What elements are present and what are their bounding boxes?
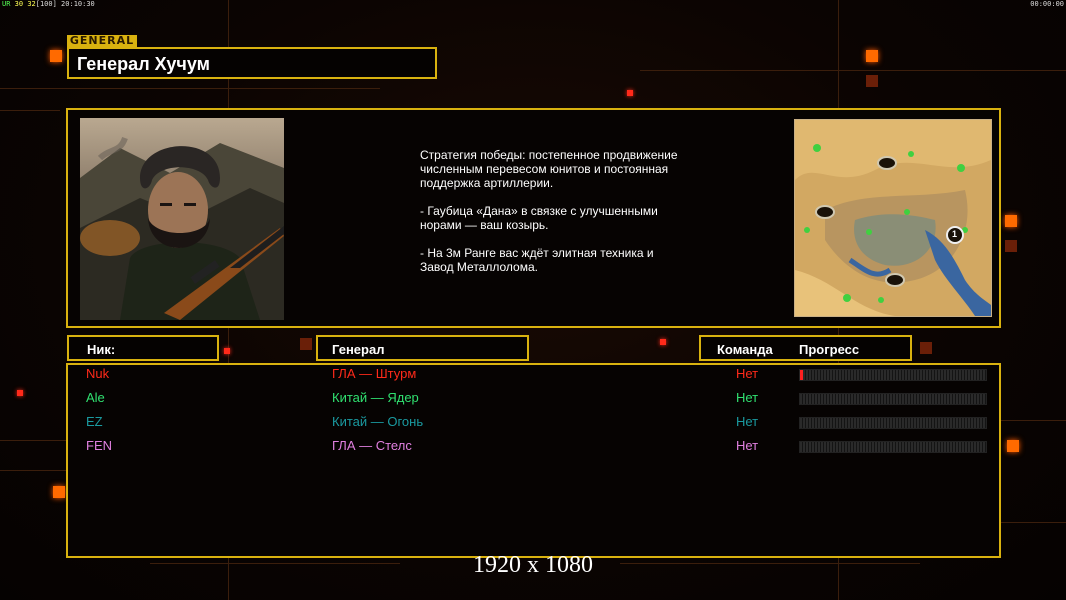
general-portrait xyxy=(80,118,284,320)
player-nick: FEN xyxy=(86,438,112,453)
deco-square xyxy=(1005,215,1017,227)
hud-n2: 32 xyxy=(27,0,36,8)
bg-line xyxy=(640,70,1066,71)
player-nick: Nuk xyxy=(86,366,110,381)
player-progress-bar xyxy=(799,441,987,453)
player-general: ГЛА — Штурм xyxy=(332,366,417,381)
general-title-box: Генерал Хучум xyxy=(67,47,437,79)
deco-square xyxy=(53,486,65,498)
hud-n3: [100] xyxy=(35,0,57,8)
player-progress-bar xyxy=(799,369,987,381)
deco-square xyxy=(866,50,878,62)
minimap-start-marker: 1 xyxy=(952,229,958,239)
player-progress-bar xyxy=(799,393,987,405)
bg-line xyxy=(0,110,60,111)
player-team: Нет xyxy=(736,438,759,453)
hud-ur: UR xyxy=(2,0,11,8)
header-progress: Прогресс xyxy=(799,342,860,357)
player-general: Китай — Огонь xyxy=(332,414,424,429)
deco-square xyxy=(920,342,932,354)
bg-line xyxy=(0,470,66,471)
player-progress-bar xyxy=(799,417,987,429)
general-tag: GENERAL xyxy=(67,35,137,47)
header-nick-box: Ник: xyxy=(67,335,219,361)
hud-timer: 00:00:00 xyxy=(1030,0,1064,8)
description-paragraph: Стратегия победы: постепенное продвижени… xyxy=(420,148,678,190)
player-row: EZ Китай — Огонь Нет xyxy=(0,414,1066,434)
bg-line xyxy=(0,88,380,89)
strategy-description: Стратегия победы: постепенное продвижени… xyxy=(420,148,680,288)
player-row: FEN ГЛА — Стелс Нет xyxy=(0,438,1066,458)
player-general: ГЛА — Стелс xyxy=(332,438,412,453)
deco-square xyxy=(660,339,666,345)
resolution-label: 1920 x 1080 xyxy=(473,552,593,578)
header-team: Команда xyxy=(717,342,773,357)
header-nick: Ник: xyxy=(87,342,116,357)
deco-square xyxy=(50,50,62,62)
player-team: Нет xyxy=(736,390,759,405)
deco-square xyxy=(224,348,230,354)
general-name: Генерал Хучум xyxy=(77,54,210,74)
minimap: 1 xyxy=(794,119,992,317)
player-team: Нет xyxy=(736,366,759,381)
hud-stats: UR 30 32[100] 20:10:30 xyxy=(2,0,95,8)
deco-square xyxy=(300,338,312,350)
hud-n1: 30 xyxy=(14,0,24,8)
player-team: Нет xyxy=(736,414,759,429)
bg-line xyxy=(1000,522,1066,523)
deco-square xyxy=(866,75,878,87)
player-row: Nuk ГЛА — Штурм Нет xyxy=(0,366,1066,386)
header-general-box: Генерал xyxy=(316,335,529,361)
player-general: Китай — Ядер xyxy=(332,390,419,405)
description-paragraph: - Гаубица «Дана» в связке с улучшенными … xyxy=(420,204,658,232)
player-nick: EZ xyxy=(86,414,103,429)
header-team-progress-box: Команда Прогресс xyxy=(699,335,912,361)
deco-square xyxy=(1005,240,1017,252)
header-general: Генерал xyxy=(332,342,385,357)
portrait-illustration xyxy=(80,136,284,320)
description-paragraph: - На 3м Ранге вас ждёт элитная техника и… xyxy=(420,246,654,274)
hud-time: 20:10:30 xyxy=(61,0,95,8)
minimap-terrain xyxy=(795,120,991,316)
player-row: Ale Китай — Ядер Нет xyxy=(0,390,1066,410)
player-nick: Ale xyxy=(86,390,105,405)
deco-square xyxy=(627,90,633,96)
progress-fill xyxy=(800,370,803,380)
